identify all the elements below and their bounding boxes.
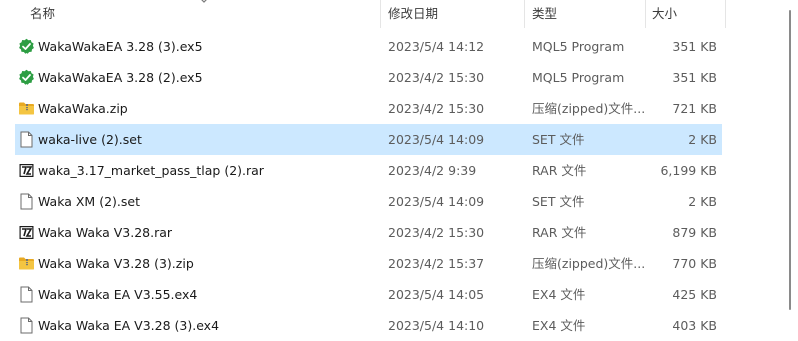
file-row[interactable]: WakaWaka.zip 2023/4/2 15:30 压缩(zipped)文件..… [15,93,722,124]
file-size: 425 KB [672,287,717,302]
file-size: 6,199 KB [660,163,717,178]
file-size: 403 KB [672,318,717,333]
file-name: WakaWakaEA 3.28 (2).ex5 [38,70,203,85]
file-row[interactable]: waka_3.17_market_pass_tlap (2).rar 2023/4… [15,155,722,186]
file-icon [18,317,35,334]
file-name: WakaWaka.zip [38,101,128,116]
vertical-scrollbar[interactable] [781,0,798,341]
mql5-executable-icon [18,69,35,86]
file-size: 2 KB [688,194,717,209]
file-name: Waka XM (2).set [38,194,140,209]
file-name: Waka Waka EA V3.55.ex4 [38,287,198,302]
file-modified-date: 2023/5/4 14:10 [388,318,485,333]
file-row[interactable]: WakaWakaEA 3.28 (3).ex5 2023/5/4 14:12 MQL… [15,31,722,62]
file-name: Waka Waka V3.28 (3).zip [38,256,194,271]
file-size: 351 KB [672,39,717,54]
file-row[interactable]: Waka Waka EA V3.28 (3).ex4 2023/5/4 14:10… [15,310,722,341]
file-size: 2 KB [688,132,717,147]
file-type: SET 文件 [532,132,585,147]
file-type: SET 文件 [532,194,585,209]
mql5-executable-icon [18,38,35,55]
file-modified-date: 2023/5/4 14:09 [388,132,485,147]
7zip-archive-icon [18,162,35,179]
file-type: RAR 文件 [532,163,587,178]
file-row[interactable]: waka-live (2).set 2023/5/4 14:09 SET 文件 2 K… [15,124,722,155]
file-modified-date: 2023/4/2 15:37 [388,256,485,271]
file-name: WakaWakaEA 3.28 (3).ex5 [38,39,203,54]
column-divider[interactable] [524,0,525,28]
file-row[interactable]: Waka Waka V3.28 (3).zip 2023/4/2 15:37 压缩(… [15,248,722,279]
file-row[interactable]: Waka Waka V3.28.rar 2023/4/2 15:30 RAR 文件 8… [15,217,722,248]
file-size: 770 KB [672,256,717,271]
7zip-archive-icon [18,224,35,241]
file-size: 721 KB [672,101,717,116]
column-header-size[interactable]: 大小 [646,0,722,28]
file-modified-date: 2023/4/2 9:39 [388,163,477,178]
file-type: MQL5 Program [532,39,625,54]
scrollbar-thumb[interactable] [789,10,791,310]
file-modified-date: 2023/5/4 14:09 [388,194,485,209]
file-row[interactable]: WakaWakaEA 3.28 (2).ex5 2023/4/2 15:30 MQL… [15,62,722,93]
file-modified-date: 2023/4/2 15:30 [388,70,485,85]
zip-folder-icon [18,255,35,272]
file-type: EX4 文件 [532,318,586,333]
file-icon [18,193,35,210]
file-icon [18,131,35,148]
file-type: 压缩(zipped)文件... [532,101,646,116]
column-divider[interactable] [380,0,381,28]
file-name: waka-live (2).set [38,132,142,147]
column-header-type[interactable]: 类型 [526,0,644,28]
file-name: Waka Waka EA V3.28 (3).ex4 [38,318,220,333]
file-type: RAR 文件 [532,225,587,240]
column-header-name[interactable]: 名称 [24,0,379,28]
file-type: EX4 文件 [532,287,586,302]
file-modified-date: 2023/5/4 14:05 [388,287,485,302]
column-header-date[interactable]: 修改日期 [382,0,522,28]
zip-folder-icon [18,100,35,117]
file-row[interactable]: Waka XM (2).set 2023/5/4 14:09 SET 文件 2 KB [15,186,722,217]
file-modified-date: 2023/4/2 15:30 [388,225,485,240]
file-name: waka_3.17_market_pass_tlap (2).rar [38,163,264,178]
file-modified-date: 2023/5/4 14:12 [388,39,485,54]
column-divider[interactable] [725,0,726,28]
column-header-bar: 名称 修改日期 类型 大小 [0,0,798,28]
file-modified-date: 2023/4/2 15:30 [388,101,485,116]
file-name: Waka Waka V3.28.rar [38,225,173,240]
file-type: MQL5 Program [532,70,625,85]
file-row[interactable]: Waka Waka EA V3.55.ex4 2023/5/4 14:05 EX4 … [15,279,722,310]
file-size: 879 KB [672,225,717,240]
file-size: 351 KB [672,70,717,85]
file-icon [18,286,35,303]
file-type: 压缩(zipped)文件... [532,256,646,271]
